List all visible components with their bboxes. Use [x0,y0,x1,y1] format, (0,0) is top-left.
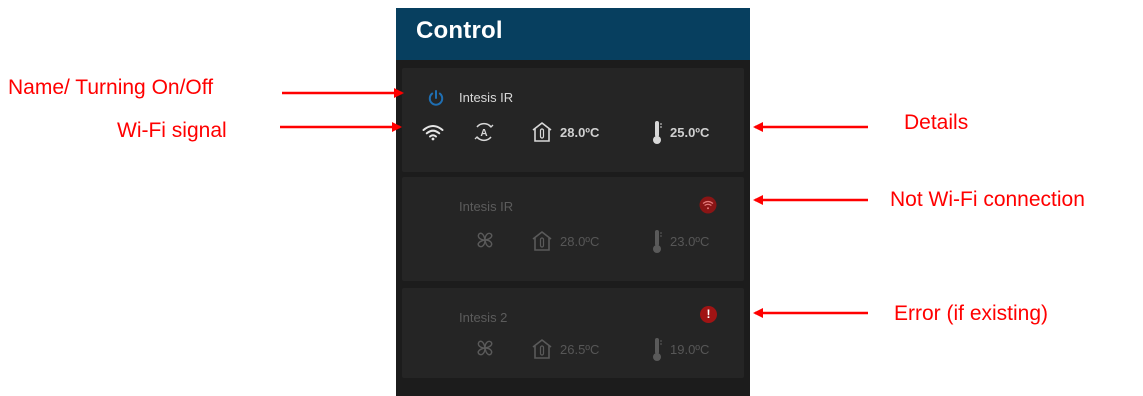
annotation-arrows [280,88,868,318]
